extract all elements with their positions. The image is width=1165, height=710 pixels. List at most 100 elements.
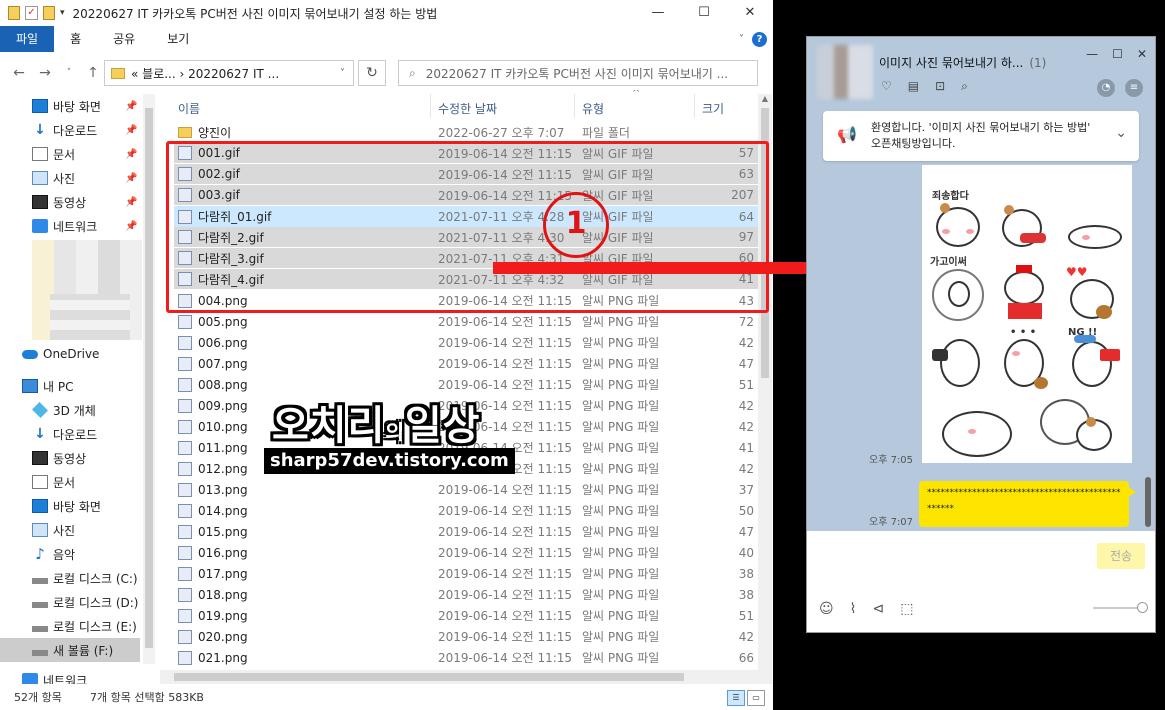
nav-item-videos[interactable]: 동영상 📌: [0, 190, 140, 214]
file-date: 2019-06-14 오전 11:15: [438, 651, 573, 665]
megaphone-icon[interactable]: ⊲: [872, 601, 884, 617]
search-icon[interactable]: ⌕: [961, 79, 968, 94]
nav-item-pictures[interactable]: 사진 📌: [0, 166, 140, 190]
file-row[interactable]: 005.png 2019-06-14 오전 11:15 알씨 PNG 파일 72: [174, 311, 758, 332]
customize-dropdown-icon[interactable]: ▾: [60, 8, 65, 18]
inbox-icon[interactable]: ⊡: [935, 79, 945, 94]
nav-item-network[interactable]: 네트워크 📌: [0, 214, 140, 238]
maximize-button[interactable]: ☐: [681, 0, 727, 26]
chat-scrollbar[interactable]: [1145, 477, 1151, 527]
file-row[interactable]: 016.png 2019-06-14 오전 11:15 알씨 PNG 파일 40: [174, 542, 758, 563]
transparency-slider[interactable]: [1093, 602, 1148, 613]
column-header: 이름 수정한 날짜 유형 ^ 크기: [160, 90, 758, 122]
nav-item-desktop[interactable]: 바탕 화면 📌: [0, 94, 140, 118]
file-row[interactable]: 양진이 2022-06-27 오후 7:07 파일 폴더: [174, 122, 758, 143]
tab-share[interactable]: 공유: [97, 26, 151, 52]
column-divider[interactable]: [574, 94, 575, 118]
column-divider[interactable]: [430, 94, 431, 118]
horizontal-scrollbar-thumb[interactable]: [174, 673, 684, 681]
attach-file-icon[interactable]: ⌇: [850, 601, 857, 617]
tab-file[interactable]: 파일: [0, 26, 55, 52]
file-type: 알씨 PNG 파일: [582, 399, 660, 413]
file-row[interactable]: 006.png 2019-06-14 오전 11:15 알씨 PNG 파일 42: [174, 332, 758, 353]
column-name[interactable]: 이름: [178, 100, 200, 117]
recent-dropdown-icon[interactable]: ˅: [58, 68, 80, 78]
properties-icon[interactable]: ✓: [25, 6, 38, 20]
nav-item-drive-d[interactable]: 로컬 디스크 (D:): [0, 590, 140, 614]
folder-icon[interactable]: [8, 6, 20, 20]
bell-icon[interactable]: ◔: [1097, 79, 1115, 97]
menu-icon[interactable]: ≡: [1125, 79, 1143, 97]
nav-item-documents[interactable]: 문서 📌: [0, 142, 140, 166]
image-file-icon: [178, 545, 192, 560]
address-field[interactable]: « 블로... › 20220627 IT ... ˅: [104, 60, 354, 86]
send-button[interactable]: 전송: [1097, 543, 1145, 569]
expand-ribbon-icon[interactable]: ˅: [739, 34, 744, 45]
my-message-bubble[interactable]: ****************************************…: [919, 481, 1136, 527]
file-row[interactable]: 017.png 2019-06-14 오전 11:15 알씨 PNG 파일 38: [174, 563, 758, 584]
pc-icon: [22, 379, 38, 393]
emoticon-icon[interactable]: ☺: [819, 601, 834, 617]
address-dropdown-icon[interactable]: ˅: [340, 68, 345, 79]
file-row[interactable]: 018.png 2019-06-14 오전 11:15 알씨 PNG 파일 38: [174, 584, 758, 605]
column-size[interactable]: 크기: [702, 100, 724, 117]
nav-item-desktop-pc[interactable]: 바탕 화면: [0, 494, 140, 518]
nav-item-videos-pc[interactable]: 동영상: [0, 446, 140, 470]
up-arrow-icon[interactable]: ↑: [82, 65, 104, 81]
file-row[interactable]: 013.png 2019-06-14 오전 11:15 알씨 PNG 파일 37: [174, 479, 758, 500]
refresh-icon[interactable]: ↻: [358, 60, 386, 86]
forward-arrow-icon[interactable]: →: [34, 65, 56, 81]
sticker-sheet-image[interactable]: 죄송합다 가고이써 NG !! • • • ♥♥: [922, 165, 1132, 463]
large-icons-view-icon[interactable]: ▭: [747, 690, 765, 706]
nav-item-downloads[interactable]: ↓ 다운로드 📌: [0, 118, 140, 142]
file-type: 알씨 PNG 파일: [582, 504, 660, 518]
help-icon[interactable]: ?: [752, 32, 767, 47]
address-bar-row: ← → ˅ ↑ « 블로... › 20220627 IT ... ˅ ↻ ⌕ …: [0, 56, 773, 90]
nav-item-drive-c[interactable]: 로컬 디스크 (C:): [0, 566, 140, 590]
document-icon: [32, 475, 48, 489]
nav-item-onedrive[interactable]: OneDrive: [0, 342, 130, 366]
minimize-button[interactable]: —: [635, 0, 681, 26]
message-input-area[interactable]: 전송 ☺ ⌇ ⊲ ⬚: [807, 531, 1155, 632]
slider-knob[interactable]: [1137, 602, 1148, 613]
notice-banner[interactable]: 📢 환영합니다. '이미지 사진 묶어보내기 하는 방법' 오픈채팅방입니다. …: [823, 111, 1139, 161]
details-view-icon[interactable]: ☰: [727, 690, 745, 706]
screenshot-icon[interactable]: ⬚: [900, 601, 913, 617]
file-row[interactable]: 007.png 2019-06-14 오전 11:15 알씨 PNG 파일 47: [174, 353, 758, 374]
nav-item-documents-pc[interactable]: 문서: [0, 470, 140, 494]
nav-scrollbar[interactable]: [143, 94, 155, 664]
notes-icon[interactable]: ▤: [908, 79, 919, 94]
file-row[interactable]: 021.png 2019-06-14 오전 11:15 알씨 PNG 파일 66: [174, 647, 758, 668]
back-arrow-icon[interactable]: ←: [8, 65, 30, 81]
heart-icon[interactable]: ♡: [881, 79, 892, 94]
nav-item-drive-f[interactable]: 새 볼륨 (F:): [0, 638, 140, 662]
nav-item-3d-objects[interactable]: 3D 개체: [0, 398, 140, 422]
search-input[interactable]: ⌕ 20220627 IT 카카오톡 PC버전 사진 이미지 묶어보내기 ...: [398, 60, 758, 86]
horizontal-scrollbar[interactable]: [160, 670, 758, 684]
minimize-button[interactable]: —: [1086, 47, 1098, 61]
close-button[interactable]: ✕: [1137, 47, 1147, 61]
file-row[interactable]: 015.png 2019-06-14 오전 11:15 알씨 PNG 파일 47: [174, 521, 758, 542]
file-size: 42: [738, 461, 754, 476]
column-type[interactable]: 유형: [582, 100, 604, 117]
close-button[interactable]: ✕: [727, 0, 773, 26]
nav-item-this-pc[interactable]: 내 PC: [0, 374, 130, 398]
new-folder-icon[interactable]: [43, 6, 55, 20]
scroll-up-icon[interactable]: ▲: [758, 94, 772, 103]
nav-item-downloads-pc[interactable]: ↓ 다운로드: [0, 422, 140, 446]
nav-item-pictures-pc[interactable]: 사진: [0, 518, 140, 542]
column-divider[interactable]: [694, 94, 695, 118]
nav-item-network-root[interactable]: 네트워크: [0, 668, 130, 684]
maximize-button[interactable]: ☐: [1112, 47, 1123, 61]
nav-item-music[interactable]: ♪ 음악: [0, 542, 140, 566]
chevron-down-icon[interactable]: ⌄: [1115, 125, 1127, 141]
nav-item-drive-e[interactable]: 로컬 디스크 (E:): [0, 614, 140, 638]
nav-scrollbar-thumb[interactable]: [145, 108, 153, 648]
file-row[interactable]: 008.png 2019-06-14 오전 11:15 알씨 PNG 파일 51: [174, 374, 758, 395]
tab-view[interactable]: 보기: [151, 26, 205, 52]
file-row[interactable]: 014.png 2019-06-14 오전 11:15 알씨 PNG 파일 50: [174, 500, 758, 521]
tab-home[interactable]: 홈: [54, 26, 97, 52]
file-row[interactable]: 019.png 2019-06-14 오전 11:15 알씨 PNG 파일 51: [174, 605, 758, 626]
column-date[interactable]: 수정한 날짜: [438, 100, 497, 117]
file-row[interactable]: 020.png 2019-06-14 오전 11:15 알씨 PNG 파일 42: [174, 626, 758, 647]
